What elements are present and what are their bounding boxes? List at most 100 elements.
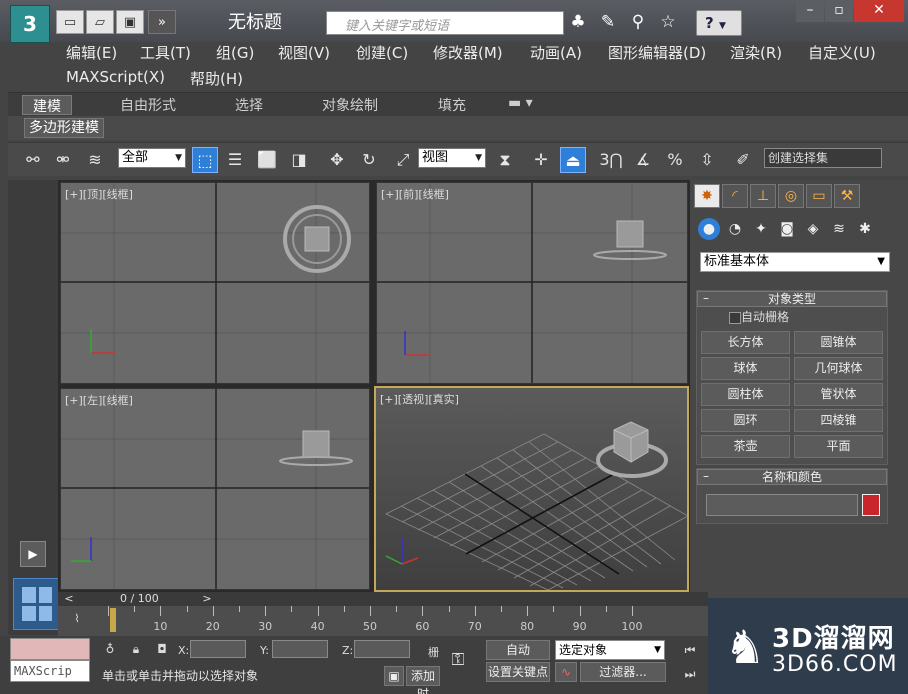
add-time-tag-button[interactable]: 添加时: [406, 666, 440, 694]
object-name-input[interactable]: [706, 494, 858, 516]
cameras-icon[interactable]: ◙: [776, 218, 798, 240]
viewport-left[interactable]: [+][左][线框]: [60, 388, 370, 590]
teapot-button[interactable]: 茶壶: [701, 435, 790, 458]
angle-snap-icon[interactable]: ∡: [630, 147, 656, 173]
viewport-layout-icon[interactable]: [13, 578, 61, 630]
tab-modeling[interactable]: 建模: [22, 95, 72, 115]
key-filters-button[interactable]: 过滤器...: [580, 662, 666, 682]
y-coord-input[interactable]: [272, 640, 328, 658]
move-icon[interactable]: ✥: [324, 147, 350, 173]
select-manipulate-icon[interactable]: ✛: [528, 147, 554, 173]
viewport-front[interactable]: [+][前][线框]: [376, 182, 688, 384]
select-by-name-icon[interactable]: ☰: [222, 147, 248, 173]
lightbulb-icon[interactable]: ♁: [100, 639, 120, 659]
reference-coord-dropdown[interactable]: 视图: [418, 148, 486, 168]
named-selection-set-dropdown[interactable]: 创建选择集: [764, 148, 882, 168]
menu-edit[interactable]: 编辑(E): [66, 42, 117, 63]
search-input[interactable]: 键入关键字或短语: [326, 11, 564, 35]
motion-tab-icon[interactable]: ◎: [778, 184, 804, 208]
unlink-icon[interactable]: ⚮: [50, 147, 76, 173]
geosphere-button[interactable]: 几何球体: [794, 357, 883, 380]
more-arrows-icon[interactable]: »: [148, 10, 176, 34]
menu-views[interactable]: 视图(V): [278, 42, 330, 63]
bind-space-warp-icon[interactable]: ≋: [82, 147, 108, 173]
curve-editor-icon[interactable]: ⌇: [70, 612, 84, 626]
menu-graph-editors[interactable]: 图形编辑器(D): [608, 42, 706, 63]
torus-button[interactable]: 圆环: [701, 409, 790, 432]
link-icon[interactable]: ⚯: [20, 147, 46, 173]
geometry-icon[interactable]: ●: [698, 218, 720, 240]
box-button[interactable]: 长方体: [701, 331, 790, 354]
viewport-top-label[interactable]: [+][顶][线框]: [65, 186, 133, 202]
plane-button[interactable]: 平面: [794, 435, 883, 458]
time-prev-icon[interactable]: <: [62, 592, 76, 606]
auto-key-button[interactable]: 自动: [486, 640, 550, 660]
absolute-mode-icon[interactable]: ◘: [152, 639, 172, 659]
tab-populate[interactable]: 填充: [438, 95, 466, 115]
cone-button[interactable]: 圆锥体: [794, 331, 883, 354]
name-color-header[interactable]: 名称和颜色: [697, 469, 887, 485]
wrench-icon[interactable]: ✎: [596, 10, 620, 34]
systems-icon[interactable]: ✱: [854, 218, 876, 240]
close-icon[interactable]: ✕: [854, 0, 904, 22]
space-warps-icon[interactable]: ≋: [828, 218, 850, 240]
open-file-icon[interactable]: ▱: [86, 10, 114, 34]
app-menu-button[interactable]: 3: [10, 5, 50, 43]
polygon-modeling-button[interactable]: 多边形建模: [24, 118, 104, 138]
minimize-icon[interactable]: –: [796, 0, 824, 22]
ribbon-options-icon[interactable]: ▬ ▾: [508, 95, 533, 115]
menu-animation[interactable]: 动画(A): [530, 42, 582, 63]
z-coord-input[interactable]: [354, 640, 410, 658]
viewport-left-label[interactable]: [+][左][线框]: [65, 392, 133, 408]
hierarchy-tab-icon[interactable]: ⊥: [750, 184, 776, 208]
edit-named-selection-icon[interactable]: ✐: [730, 147, 756, 173]
menu-create[interactable]: 创建(C): [356, 42, 408, 63]
save-file-icon[interactable]: ▣: [116, 10, 144, 34]
menu-help[interactable]: 帮助(H): [190, 68, 243, 89]
viewport-persp-label[interactable]: [+][透视][真实]: [380, 391, 459, 407]
set-key-button[interactable]: 设置关键点: [486, 662, 550, 682]
menu-customize[interactable]: 自定义(U): [808, 42, 876, 63]
modify-tab-icon[interactable]: ◜: [722, 184, 748, 208]
object-color-swatch[interactable]: [862, 494, 880, 516]
menu-rendering[interactable]: 渲染(R): [730, 42, 782, 63]
help-button[interactable]: ? ▼: [696, 10, 742, 36]
maxscript-input[interactable]: MAXScrip: [10, 660, 90, 682]
key-mode-icon[interactable]: ⏭: [680, 664, 700, 684]
time-slider-bar[interactable]: < 0 / 100 >: [58, 592, 708, 606]
viewport-front-label[interactable]: [+][前][线框]: [381, 186, 449, 202]
tube-button[interactable]: 管状体: [794, 383, 883, 406]
binoculars-icon[interactable]: ♣: [566, 10, 590, 34]
display-tab-icon[interactable]: ▭: [806, 184, 832, 208]
isolate-selection-icon[interactable]: ▣: [384, 666, 404, 686]
rotate-icon[interactable]: ↻: [356, 147, 382, 173]
create-tab-icon[interactable]: ✸: [694, 184, 720, 208]
utilities-tab-icon[interactable]: ⚒: [834, 184, 860, 208]
tab-object-paint[interactable]: 对象绘制: [322, 95, 378, 115]
menu-maxscript[interactable]: MAXScript(X): [66, 68, 165, 86]
autogrid-checkbox[interactable]: 自动栅格: [697, 307, 887, 327]
key-icon[interactable]: ⚿: [448, 650, 468, 670]
keyboard-shortcut-override-icon[interactable]: ⏏: [560, 147, 586, 173]
star-icon[interactable]: ☆: [656, 10, 680, 34]
rect-selection-icon[interactable]: ⬜: [254, 147, 280, 173]
viewport-top[interactable]: [+][顶][线框]: [60, 182, 370, 384]
snap-toggle-icon[interactable]: 3⋂: [598, 147, 624, 173]
play-icon[interactable]: ▶: [20, 541, 46, 567]
new-file-icon[interactable]: ▭: [56, 10, 84, 34]
menu-tools[interactable]: 工具(T): [140, 42, 191, 63]
key-tangent-icon[interactable]: ∿: [555, 662, 577, 682]
scale-icon[interactable]: ⤢: [390, 147, 416, 173]
key-selection-dropdown[interactable]: 选定对象: [555, 640, 665, 660]
percent-snap-icon[interactable]: %: [662, 147, 688, 173]
object-type-header[interactable]: 对象类型: [697, 291, 887, 307]
maxscript-mini-listener[interactable]: [10, 638, 90, 660]
geometry-category-dropdown[interactable]: 标准基本体: [700, 252, 890, 272]
select-object-icon[interactable]: ⬚: [192, 147, 218, 173]
selection-filter-dropdown[interactable]: 全部: [118, 148, 186, 168]
lights-icon[interactable]: ✦: [750, 218, 772, 240]
go-to-start-icon[interactable]: ⏮: [680, 640, 700, 660]
maximize-icon[interactable]: ▫: [825, 0, 853, 22]
track-bar[interactable]: ⌇ 10 20 30 40 50 60 70 80 90 100: [58, 606, 708, 636]
window-crossing-icon[interactable]: ◨: [286, 147, 312, 173]
